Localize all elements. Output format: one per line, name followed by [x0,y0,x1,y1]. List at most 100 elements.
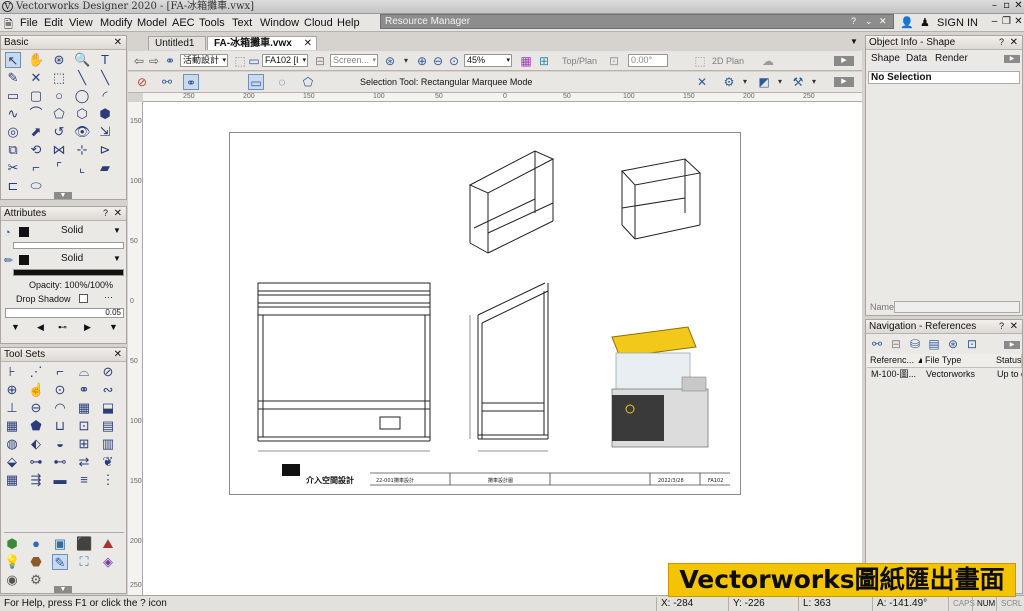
arc-tool-icon[interactable]: ◜ [97,88,113,104]
multiple-objects-mode-icon[interactable]: ⚭ [183,74,199,90]
clip-tool-icon[interactable]: ⧉ [5,142,21,158]
fill-color-swatch[interactable] [19,227,29,237]
eyedropper-tool-icon[interactable]: ╲ [74,70,90,86]
help-icon[interactable]: ? [999,320,1004,333]
flyover-icon[interactable]: ⊡ [606,53,622,69]
rotate-tool-icon[interactable]: ↺ [51,124,67,140]
selection-tool-icon[interactable]: ↖ [5,52,21,68]
page-tool-icon[interactable]: ▤ [100,418,116,434]
flyover-tool-icon[interactable]: ⊛ [51,52,67,68]
arrow-left-icon[interactable]: ◀ [37,322,44,333]
toolbar-overflow-icon[interactable]: ▶ [834,77,854,87]
drop-tool-icon[interactable]: ⬙ [4,454,20,470]
rectangle-tool-icon[interactable]: ▭ [5,88,21,104]
globe-icon[interactable]: ⊞ [536,53,552,69]
color-palette-icon[interactable]: ▦ [518,53,534,69]
length-readout[interactable]: L: 363 [798,597,872,611]
split-tool-icon[interactable]: ✂ [5,160,21,176]
back-icon[interactable]: ⇦ [131,53,147,69]
arrow-start-icon[interactable]: ▼ [11,322,20,332]
no-pick-icon[interactable]: ⊘ [134,74,150,90]
oval-tool-icon[interactable]: ◯ [74,88,90,104]
pen-color-swatch[interactable] [19,255,29,265]
tab-fa-fridge-cart[interactable]: FA-冰箱攤車.vwx ✕ [207,36,317,50]
class-icon[interactable]: ⚭ [162,53,178,69]
reference-icon[interactable]: ⚯ [869,336,885,352]
resource-manager-bar[interactable]: Resource Manager ? ⌄ ✕ [380,14,894,29]
menu-model[interactable]: Model [137,16,167,30]
table-tool-icon[interactable]: ▥ [100,436,116,452]
transform-icon[interactable]: ✕ [694,74,710,90]
no-entry-tool-icon[interactable]: ⊘ [100,364,116,380]
help-icon[interactable]: ? [999,36,1004,49]
spiral-tool-icon[interactable]: ◎ [5,124,21,140]
close-icon[interactable]: ✕ [114,36,122,49]
shape-tool-icon[interactable]: ⬟ [28,418,44,434]
close-icon[interactable]: ✕ [1010,320,1018,333]
detailing-toolset-icon[interactable]: ✎ [52,554,68,570]
link-icon[interactable]: ⊷ [58,322,67,333]
reference-cell[interactable]: M-100-圖... [868,369,923,381]
sphere-toolset-icon[interactable]: ● [28,536,44,552]
close-icon[interactable]: ✕ [1010,36,1018,49]
stack-tool-icon[interactable]: ⋮ [100,472,116,488]
x-coordinate[interactable]: X: -284 [656,597,728,611]
crosshair-tool-icon[interactable]: ⊕ [4,382,20,398]
menu-window[interactable]: Window [260,16,299,30]
list-icon[interactable]: ⊟ [888,336,904,352]
pen-style-dropdown[interactable]: Solid [61,253,83,264]
update-icon[interactable]: ⊛ [945,336,961,352]
elevation-tool-icon[interactable]: ⊞ [76,436,92,452]
mirror-tool-icon[interactable]: ⋈ [51,142,67,158]
menu-aec[interactable]: AEC [172,16,195,30]
menu-cloud[interactable]: Cloud [304,16,333,30]
pan-tool-icon[interactable]: ✋ [28,52,44,68]
projection-icon[interactable]: ⊛ [382,53,398,69]
connect-tool-icon[interactable]: ⟲ [28,142,44,158]
freehand-tool-icon[interactable]: ∿ [5,106,21,122]
horizontal-ruler[interactable]: 250 200 150 100 50 0 50 100 150 200 250 [143,93,862,102]
drawing-sheet[interactable]: 22-001 攤車設計 攤車設計圖 2022/3/28 FA102 介入空間設計 [229,132,741,495]
reshape-tool-icon[interactable]: ⬈ [28,124,44,140]
zoom-dropdown[interactable]: 45% ▾ [464,54,512,67]
move-by-points-tool-icon[interactable]: ⊹ [74,142,90,158]
menu-view[interactable]: View [69,16,93,30]
visibility-tool-icon[interactable]: 👁 [74,124,91,140]
building-toolset-icon[interactable]: ▣ [52,536,68,552]
section-tool-icon[interactable]: ◒ [52,436,68,452]
offset-tool-icon[interactable]: ⇲ [97,124,113,140]
trim-tool-icon[interactable]: ⌐ [28,160,44,176]
polygon-marquee-mode-icon[interactable]: ⬠ [300,74,316,90]
chevron-down-icon[interactable]: ▾ [772,74,788,90]
close-icon[interactable]: ✕ [114,207,122,220]
mirror-tool-2-icon[interactable]: ⊳ [97,142,113,158]
menu-modify[interactable]: Modify [100,16,132,30]
layer-dropdown[interactable]: FA102 [I ▾ [262,54,308,67]
projection-label[interactable]: 2D Plan [712,56,744,66]
chevron-down-icon[interactable]: ▼ [113,254,121,263]
zoom-selection-icon[interactable]: ⊖ [430,53,446,69]
line-weight-field[interactable]: 0.05 [5,308,124,318]
more-options-icon[interactable]: ··· [104,292,113,302]
panel-overflow-icon[interactable]: ▶ [1004,55,1020,63]
chevron-down-icon[interactable]: ▼ [113,226,121,235]
arc-dim-tool-icon[interactable]: ⌓ [76,364,92,380]
zoom-page-icon[interactable]: ⊙ [446,53,462,69]
fillet-tool-icon[interactable]: ⌜ [51,160,67,176]
frame-tool-icon[interactable]: ⊡ [76,418,92,434]
column-header-status[interactable]: Status [993,354,1022,368]
panel-overflow-icon[interactable]: ▶ [1004,341,1020,349]
view-icon[interactable]: ⬚ [692,53,708,69]
circle-tool-icon[interactable]: ○ [51,88,67,104]
spreadsheet-tool-icon[interactable]: ▦ [4,472,20,488]
rectangle-marquee-mode-icon[interactable]: ▭ [248,74,264,90]
callout-tool-2-icon[interactable]: ⌐ [52,364,68,380]
attribute-mapping-tool-icon[interactable]: ⬚ [51,70,67,86]
drop-shadow-checkbox[interactable] [79,294,88,303]
eraser-tool-icon[interactable]: ▰ [97,160,113,176]
file-type-cell[interactable]: Vectorworks [923,369,993,381]
furniture-toolset-icon[interactable]: ⬛ [76,536,92,552]
help-icon[interactable]: ? [103,207,108,220]
locus-tool-icon[interactable]: ✕ [28,70,44,86]
polygon-tool-icon[interactable]: ⬠ [51,106,67,122]
